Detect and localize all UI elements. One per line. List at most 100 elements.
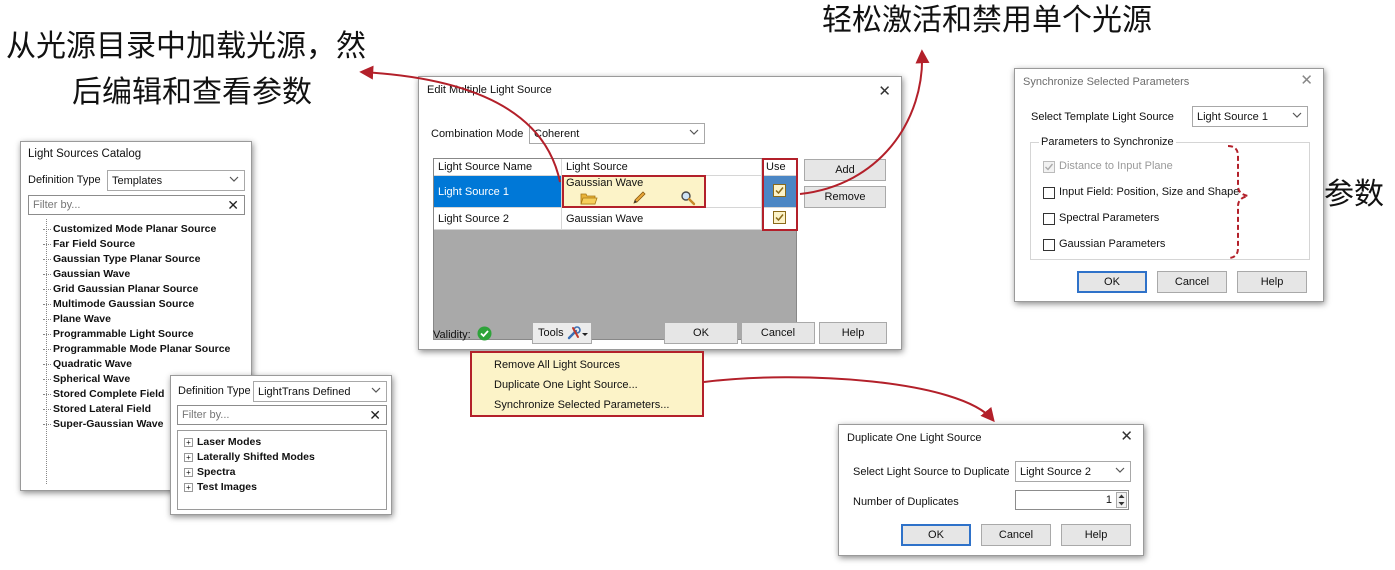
combination-mode-label: Combination Mode (431, 128, 524, 140)
catalog-item[interactable]: Stored Lateral Field (42, 403, 151, 415)
open-folder-icon[interactable] (580, 191, 598, 205)
param-input-field-label: Input Field: Position, Size and Shape (1059, 186, 1240, 198)
param-distance-checkbox[interactable] (1043, 161, 1055, 173)
valid-check-icon (477, 326, 492, 341)
sync-help-button[interactable]: Help (1237, 271, 1307, 293)
tree-node-laser-modes[interactable]: + Laser Modes (184, 436, 261, 448)
tree-node-spectra[interactable]: + Spectra (184, 466, 236, 478)
row1-source-editor: Gaussian Wave (562, 175, 706, 208)
close-icon[interactable]: ✕ (1300, 73, 1313, 89)
sync-ok-button[interactable]: OK (1077, 271, 1147, 293)
combination-mode-value: Coherent (534, 127, 580, 140)
row2-source[interactable]: Gaussian Wave (562, 208, 762, 230)
row1-name[interactable]: Light Source 1 (434, 176, 562, 208)
catalog-item[interactable]: Plane Wave (43, 313, 111, 325)
catalog-title: Light Sources Catalog (28, 148, 142, 160)
catalog2-filter-input[interactable]: Filter by... ✕ (177, 405, 387, 425)
chevron-down-icon (689, 129, 699, 135)
expand-plus-icon[interactable]: + (184, 453, 193, 462)
edit-pencil-icon[interactable] (631, 190, 647, 206)
catalog-item[interactable]: Programmable Light Source (43, 328, 194, 340)
add-button[interactable]: Add (804, 159, 886, 181)
tree-node-label: Laser Modes (197, 436, 262, 448)
combination-mode-select[interactable]: Coherent (529, 123, 705, 144)
tree-node-label: Laterally Shifted Modes (197, 451, 315, 463)
col-header-name[interactable]: Light Source Name (434, 159, 562, 176)
tree-node-test-images[interactable]: + Test Images (184, 481, 257, 493)
tree-node-label: Spectra (197, 466, 236, 478)
param-spectral-label: Spectral Parameters (1059, 212, 1160, 224)
param-distance-label: Distance to Input Plane (1059, 160, 1173, 172)
catalog-item[interactable]: Gaussian Type Planar Source (42, 253, 200, 265)
dup-number-value: 1 (1105, 494, 1112, 506)
catalog-item[interactable]: Quadratic Wave (43, 358, 132, 370)
row1-use-checkbox[interactable] (773, 184, 786, 197)
dup-number-stepper[interactable]: 1 (1015, 490, 1129, 510)
expand-plus-icon[interactable]: + (184, 468, 193, 477)
close-icon[interactable]: ✕ (1120, 429, 1133, 445)
catalog-filter-input[interactable]: Filter by... ✕ (28, 195, 245, 215)
chevron-down-icon (1115, 467, 1125, 473)
catalog-item[interactable]: Programmable Mode Planar Source (42, 343, 230, 355)
edit-dialog-title: Edit Multiple Light Source (427, 84, 552, 96)
catalog-item[interactable]: Far Field Source (42, 238, 135, 250)
view-magnifier-icon[interactable] (680, 190, 696, 206)
catalog-item[interactable]: Customized Mode Planar Source (42, 223, 216, 235)
col-header-source[interactable]: Light Source (562, 159, 762, 176)
close-icon[interactable]: ✕ (878, 84, 891, 100)
catalog2-definition-type-select[interactable]: LightTrans Defined (253, 381, 387, 402)
param-spectral-checkbox[interactable] (1043, 213, 1055, 225)
param-gaussian-checkbox[interactable] (1043, 239, 1055, 251)
catalog-item[interactable]: Gaussian Wave (42, 268, 130, 280)
catalog2-definition-type-value: LightTrans Defined (258, 385, 351, 398)
chevron-down-icon (371, 387, 381, 393)
catalog-item[interactable]: Grid Gaussian Planar Source (42, 283, 198, 295)
dup-select-source[interactable]: Light Source 2 (1015, 461, 1131, 482)
clear-filter-icon[interactable]: ✕ (227, 197, 239, 214)
tree-node-laterally-shifted[interactable]: + Laterally Shifted Modes (184, 451, 315, 463)
sync-params-group-label: Parameters to Synchronize (1039, 136, 1176, 148)
ok-button[interactable]: OK (664, 322, 738, 344)
menu-duplicate-one[interactable]: Duplicate One Light Source... (494, 379, 638, 391)
catalog-item[interactable]: Stored Complete Field (42, 388, 164, 400)
catalog-caption-line2: 后编辑和查看参数 (72, 75, 312, 110)
menu-synchronize[interactable]: Synchronize Selected Parameters... (494, 399, 669, 411)
catalog2-tree: + Laser Modes + Laterally Shifted Modes + S… (177, 430, 387, 510)
tools-button[interactable]: Tools (532, 322, 592, 344)
row2-use-checkbox[interactable] (773, 211, 786, 224)
sync-cancel-button[interactable]: Cancel (1157, 271, 1227, 293)
checkmark-icon (1045, 163, 1054, 171)
edit-multiple-light-source-dialog: Edit Multiple Light Source ✕ Combination… (418, 76, 902, 350)
sync-dialog-title: Synchronize Selected Parameters (1023, 76, 1190, 88)
row1-source-editor-label: Gaussian Wave (566, 177, 644, 189)
tree-node-label: Test Images (197, 481, 257, 493)
dup-ok-button[interactable]: OK (901, 524, 971, 546)
catalog-item[interactable]: Multimode Gaussian Source (42, 298, 194, 310)
row2-name[interactable]: Light Source 2 (434, 208, 562, 230)
param-input-field-checkbox[interactable] (1043, 187, 1055, 199)
catalog-item[interactable]: Super-Gaussian Wave (42, 418, 163, 430)
template-source-value: Light Source 1 (1197, 110, 1268, 123)
spin-arrows-icon[interactable] (1116, 492, 1127, 508)
expand-plus-icon[interactable]: + (184, 483, 193, 492)
lighttrans-catalog-window: Definition Type LightTrans Defined Filte… (170, 375, 392, 515)
tools-menu: Remove All Light Sources Duplicate One L… (470, 351, 704, 417)
clear-filter-icon[interactable]: ✕ (369, 407, 381, 424)
dup-select-value: Light Source 2 (1020, 465, 1091, 478)
remove-button[interactable]: Remove (804, 186, 886, 208)
catalog-definition-type-label: Definition Type (28, 174, 101, 186)
expand-plus-icon[interactable]: + (184, 438, 193, 447)
synchronize-parameters-dialog: Synchronize Selected Parameters ✕ Select… (1014, 68, 1324, 302)
chevron-down-icon (1292, 112, 1302, 118)
duplicate-light-source-dialog: Duplicate One Light Source ✕ Select Ligh… (838, 424, 1144, 556)
menu-remove-all[interactable]: Remove All Light Sources (494, 359, 620, 371)
dup-cancel-button[interactable]: Cancel (981, 524, 1051, 546)
catalog-item[interactable]: Spherical Wave (42, 373, 130, 385)
tools-label: Tools (538, 327, 564, 339)
template-source-select[interactable]: Light Source 1 (1192, 106, 1308, 127)
toggle-caption: 轻松激活和禁用单个光源 (822, 3, 1152, 38)
catalog-definition-type-select[interactable]: Templates (107, 170, 245, 191)
dup-help-button[interactable]: Help (1061, 524, 1131, 546)
cancel-button[interactable]: Cancel (741, 322, 815, 344)
help-button[interactable]: Help (819, 322, 887, 344)
